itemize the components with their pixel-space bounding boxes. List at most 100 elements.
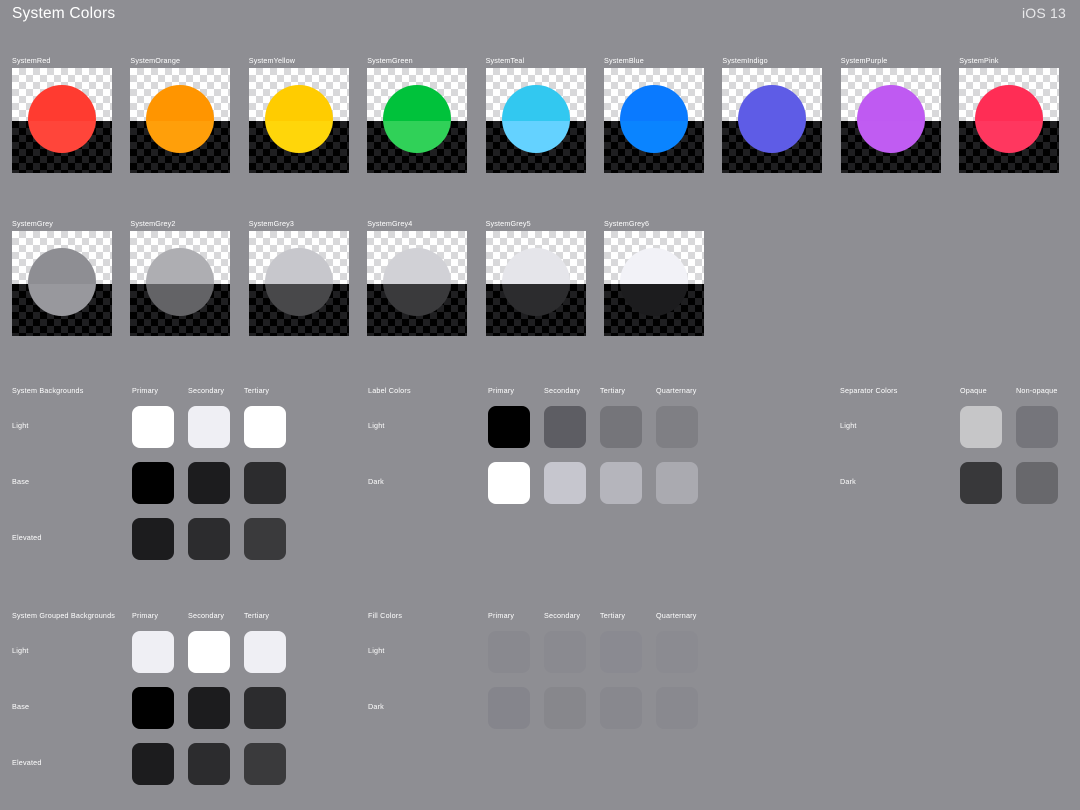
- color-chip[interactable]: [132, 462, 174, 504]
- color-chip[interactable]: [132, 518, 174, 560]
- color-chip[interactable]: [188, 743, 230, 785]
- row-label: Dark: [840, 477, 856, 486]
- column-header: Quarternary: [656, 386, 697, 395]
- color-chip[interactable]: [544, 462, 586, 504]
- color-chip[interactable]: [488, 687, 530, 729]
- color-chip[interactable]: [244, 406, 286, 448]
- color-disc-light-variant: [604, 231, 704, 284]
- color-disc-light-fill: [975, 85, 1044, 121]
- color-disc-dark-fill: [264, 284, 333, 316]
- color-chip[interactable]: [188, 406, 230, 448]
- color-disc: [249, 231, 349, 336]
- color-chip[interactable]: [244, 518, 286, 560]
- section-title: Fill Colors: [368, 611, 403, 620]
- color-swatch-label: SystemPurple: [840, 56, 888, 65]
- color-disc-light-variant: [486, 68, 586, 121]
- color-chip[interactable]: [132, 687, 174, 729]
- row-label: Base: [12, 702, 30, 711]
- color-swatch-tile: [130, 68, 231, 173]
- color-disc-dark-variant: [12, 121, 112, 173]
- column-header: Primary: [132, 386, 159, 395]
- color-chip[interactable]: [244, 743, 286, 785]
- row-label: Light: [840, 421, 857, 430]
- color-chip[interactable]: [1016, 406, 1058, 448]
- row-label: Light: [368, 421, 385, 430]
- color-chip[interactable]: [544, 406, 586, 448]
- color-chip[interactable]: [488, 631, 530, 673]
- column-header: Primary: [488, 611, 515, 620]
- color-disc: [130, 68, 230, 173]
- color-disc-light-variant: [12, 231, 112, 284]
- color-chip[interactable]: [656, 462, 698, 504]
- color-disc-light-fill: [28, 248, 96, 284]
- section-title: System Grouped Backgrounds: [12, 611, 116, 620]
- color-disc-dark-variant: [959, 121, 1059, 173]
- color-disc: [12, 68, 112, 173]
- column-header: Tertiary: [600, 386, 626, 395]
- color-chip[interactable]: [960, 406, 1002, 448]
- section-title: System Backgrounds: [12, 386, 84, 395]
- color-chip[interactable]: [600, 631, 642, 673]
- color-disc-dark-fill: [738, 121, 807, 153]
- color-chip[interactable]: [488, 406, 530, 448]
- color-chip[interactable]: [656, 406, 698, 448]
- color-disc-light-fill: [146, 248, 215, 284]
- color-chip[interactable]: [188, 631, 230, 673]
- color-disc-light-fill: [620, 85, 688, 121]
- color-chip[interactable]: [132, 406, 174, 448]
- color-chip[interactable]: [600, 462, 642, 504]
- color-disc-dark-variant: [604, 121, 704, 173]
- color-swatch-label: SystemGrey: [12, 219, 54, 228]
- color-chip[interactable]: [244, 631, 286, 673]
- color-disc: [367, 68, 467, 173]
- color-chip[interactable]: [188, 687, 230, 729]
- color-chip[interactable]: [544, 631, 586, 673]
- color-disc-light-fill: [383, 248, 452, 284]
- color-swatch-tile: [367, 68, 468, 173]
- color-chip[interactable]: [656, 631, 698, 673]
- color-chip[interactable]: [600, 687, 642, 729]
- color-swatch-label: SystemGreen: [367, 56, 413, 65]
- color-swatch-label: SystemBlue: [604, 56, 644, 65]
- color-disc: [722, 68, 822, 173]
- color-swatch-tile: [130, 231, 231, 336]
- color-disc-dark-fill: [975, 121, 1044, 153]
- row-label: Light: [12, 646, 29, 655]
- color-disc: [959, 68, 1059, 173]
- color-chip[interactable]: [544, 687, 586, 729]
- color-swatch-tile: [485, 231, 586, 336]
- color-chip[interactable]: [656, 687, 698, 729]
- color-disc-light-fill: [264, 85, 333, 121]
- color-swatch-label: SystemGrey4: [367, 219, 413, 228]
- color-chip[interactable]: [960, 462, 1002, 504]
- color-disc-light-fill: [501, 85, 570, 121]
- color-disc-dark-fill: [146, 121, 215, 153]
- color-disc-dark-variant: [367, 284, 467, 336]
- row-label: Elevated: [12, 533, 42, 542]
- color-disc-light-variant: [486, 231, 586, 284]
- color-chip[interactable]: [132, 631, 174, 673]
- color-swatch-tile: [959, 68, 1060, 173]
- color-chip[interactable]: [244, 687, 286, 729]
- color-disc-light-variant: [722, 68, 822, 121]
- color-chip[interactable]: [188, 462, 230, 504]
- column-header: Tertiary: [600, 611, 626, 620]
- color-disc-light-variant: [249, 68, 349, 121]
- color-disc-dark-fill: [28, 284, 96, 316]
- os-version-label: iOS 13: [1022, 5, 1066, 21]
- color-disc: [486, 231, 586, 336]
- color-disc-dark-variant: [486, 121, 586, 173]
- color-disc-dark-variant: [249, 121, 349, 173]
- color-chip[interactable]: [244, 462, 286, 504]
- color-chip[interactable]: [132, 743, 174, 785]
- color-disc-light-variant: [249, 231, 349, 284]
- color-swatch-label: SystemYellow: [248, 56, 296, 65]
- color-chip[interactable]: [600, 406, 642, 448]
- color-chip[interactable]: [188, 518, 230, 560]
- color-disc-light-variant: [604, 68, 704, 121]
- color-chip[interactable]: [488, 462, 530, 504]
- color-chip[interactable]: [1016, 462, 1058, 504]
- color-disc-light-fill: [620, 248, 688, 284]
- color-swatch-label: SystemGrey3: [248, 219, 294, 228]
- row-label: Elevated: [12, 758, 42, 767]
